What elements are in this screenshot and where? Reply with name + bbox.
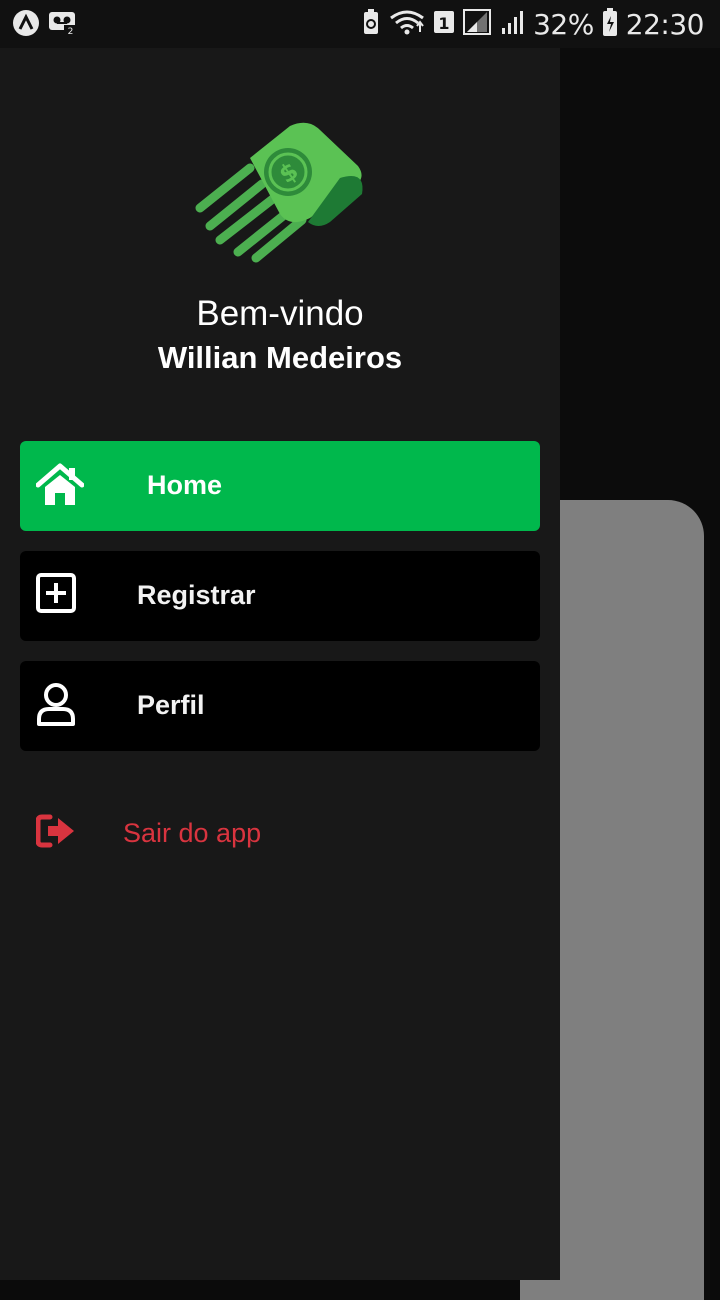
logout-label: Sair do app [123,818,262,848]
menu-label-registrar: Registrar [137,580,256,610]
add-square-icon [36,573,82,619]
app-logo: $ [190,118,370,268]
battery-icon [602,7,618,42]
battery-saver-icon [361,8,381,41]
signal-strength-icon [463,8,493,41]
svg-text:2: 2 [68,27,74,37]
background-header [560,48,720,500]
logout-button[interactable]: Sair do app [20,778,540,888]
battery-percent: 32% [533,7,594,41]
home-icon [35,463,85,509]
navigation-drawer: $ Bem-vindo Willian Medeiros Home Regist… [0,48,560,1280]
welcome-text: Bem-vindo [196,294,364,333]
clock: 22:30 [625,7,705,41]
wifi-icon [389,8,425,41]
menu-item-registrar[interactable]: Registrar [20,551,540,641]
svg-text:1: 1 [438,14,449,33]
user-name: Willian Medeiros [157,340,403,375]
voicemail-icon: 2 [48,9,78,42]
sim-slot-icon: 1 [433,8,455,41]
app-notification-icon [12,9,40,42]
menu-item-home[interactable]: Home [20,441,540,531]
menu-label-perfil: Perfil [137,690,205,720]
menu-item-perfil[interactable]: Perfil [20,661,540,751]
signal-bars-icon [501,8,525,41]
sign-out-icon [35,814,78,852]
menu-label-home: Home [147,470,223,500]
status-bar: 2 1 32% 22:30 [0,0,720,48]
user-icon [36,683,82,729]
